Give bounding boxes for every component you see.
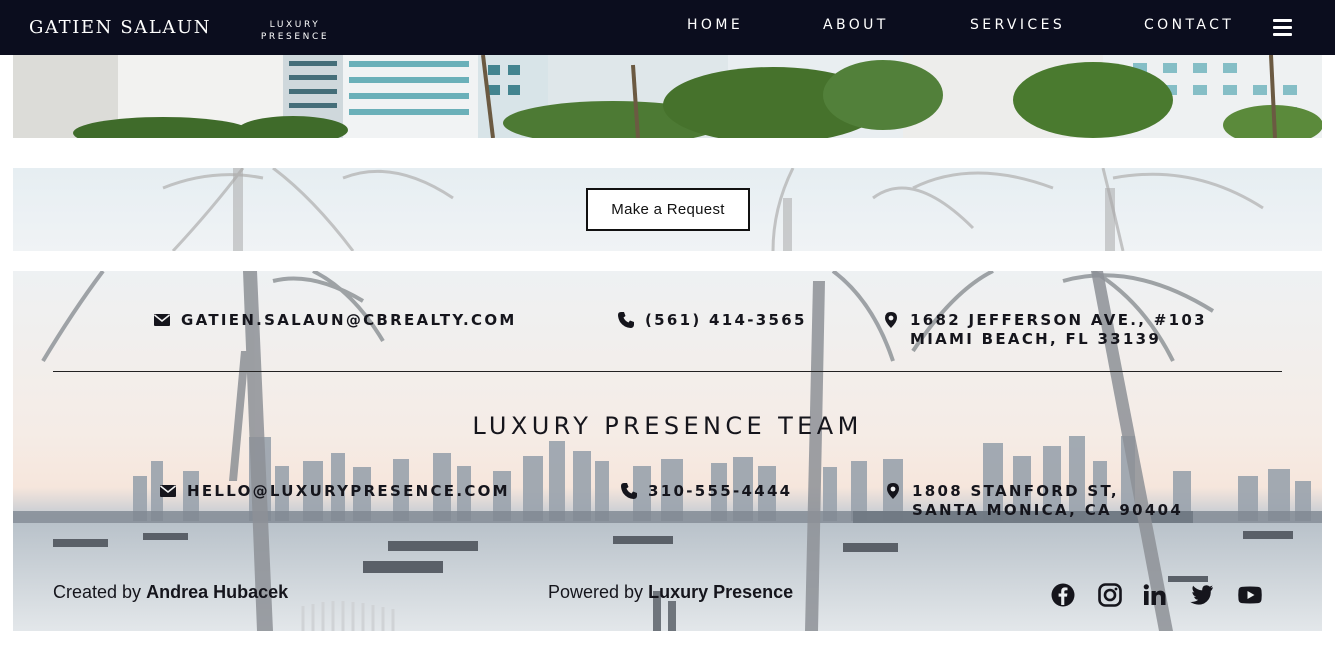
powered-by-prefix: Powered by <box>548 582 644 602</box>
sublogo-line2: PRESENCE <box>260 32 330 42</box>
luxury-presence-logo[interactable]: LUXURY PRESENCE <box>250 19 340 43</box>
hero-photo-illustration <box>13 55 1322 138</box>
map-pin-icon <box>885 312 897 328</box>
nav-home[interactable]: HOME <box>687 17 743 33</box>
nav-about[interactable]: ABOUT <box>823 17 889 33</box>
team-phone-text: 310-555-4444 <box>648 482 793 500</box>
team-title: LUXURY PRESENCE TEAM <box>472 412 863 440</box>
facebook-icon[interactable] <box>1050 583 1076 607</box>
created-by-link[interactable]: Andrea Hubacek <box>146 582 288 602</box>
phone-icon <box>618 312 634 328</box>
twitter-icon[interactable] <box>1188 583 1214 607</box>
team-address-line2: SANTA MONICA, CA 90404 <box>912 501 1184 519</box>
phone-icon <box>621 483 637 499</box>
created-by-credit: Created by Andrea Hubacek <box>53 582 288 603</box>
agent-email-text: GATIEN.SALAUN@CBREALTY.COM <box>181 311 517 329</box>
footer-divider <box>53 371 1282 372</box>
created-by-prefix: Created by <box>53 582 142 602</box>
hamburger-menu-icon[interactable] <box>1273 19 1292 36</box>
envelope-icon <box>160 485 176 497</box>
instagram-icon[interactable] <box>1097 583 1123 607</box>
agent-address-line2: MIAMI BEACH, FL 33139 <box>910 330 1162 348</box>
team-address-line1: 1808 STANFORD ST, <box>912 482 1119 500</box>
agent-phone-text: (561) 414-3565 <box>645 311 807 329</box>
powered-by-credit: Powered by Luxury Presence <box>548 582 793 603</box>
site-header: GATIEN SALAUN LUXURY PRESENCE HOME ABOUT… <box>0 0 1335 55</box>
sublogo-line1: LUXURY <box>269 20 321 30</box>
nav-contact[interactable]: CONTACT <box>1144 17 1234 33</box>
nav-services[interactable]: SERVICES <box>970 17 1065 33</box>
agent-address-line1: 1682 JEFFERSON AVE., #103 <box>910 311 1207 329</box>
team-email-text: HELLO@LUXURYPRESENCE.COM <box>187 482 510 500</box>
linkedin-icon[interactable] <box>1142 583 1168 607</box>
site-logo[interactable]: GATIEN SALAUN <box>29 17 211 38</box>
map-pin-icon <box>887 483 899 499</box>
powered-by-link[interactable]: Luxury Presence <box>648 582 793 602</box>
envelope-icon <box>154 314 170 326</box>
make-request-button[interactable]: Make a Request <box>586 188 750 231</box>
youtube-icon[interactable] <box>1237 583 1263 607</box>
hero-image <box>13 55 1322 138</box>
